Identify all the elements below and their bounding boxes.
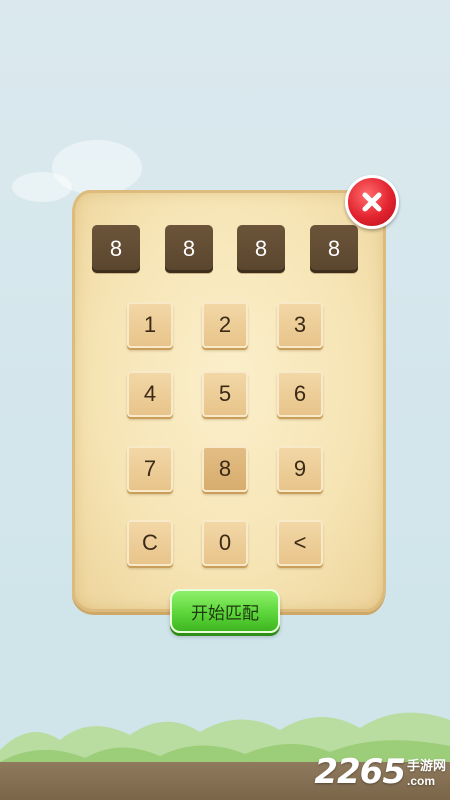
cloud-decoration [12,172,72,202]
close-button[interactable] [345,175,399,229]
site-watermark: 2265 手游网 .com [314,752,446,792]
start-match-button[interactable]: 开始匹配 [170,589,280,633]
key-6[interactable]: 6 [277,371,323,417]
key-5[interactable]: 5 [202,371,248,417]
key-clear[interactable]: C [127,520,173,566]
key-backspace[interactable]: < [277,520,323,566]
key-4[interactable]: 4 [127,371,173,417]
key-7[interactable]: 7 [127,446,173,492]
code-slot-3: 8 [237,225,285,273]
key-8[interactable]: 8 [202,446,248,492]
code-slot-4: 8 [310,225,358,273]
key-2[interactable]: 2 [202,302,248,348]
watermark-text: 手游网 .com [407,755,446,788]
watermark-number: 2265 [314,752,406,792]
key-1[interactable]: 1 [127,302,173,348]
watermark-site-name: 手游网 [406,758,446,773]
watermark-domain: .com [406,774,435,788]
key-3[interactable]: 3 [277,302,323,348]
key-9[interactable]: 9 [277,446,323,492]
code-slot-1: 8 [92,225,140,273]
code-slot-2: 8 [165,225,213,273]
game-screen: 8 8 8 8 1 2 3 4 5 6 7 8 9 C 0 < 开始匹配 226… [0,0,450,800]
key-0[interactable]: 0 [202,520,248,566]
close-x-icon [362,192,382,212]
